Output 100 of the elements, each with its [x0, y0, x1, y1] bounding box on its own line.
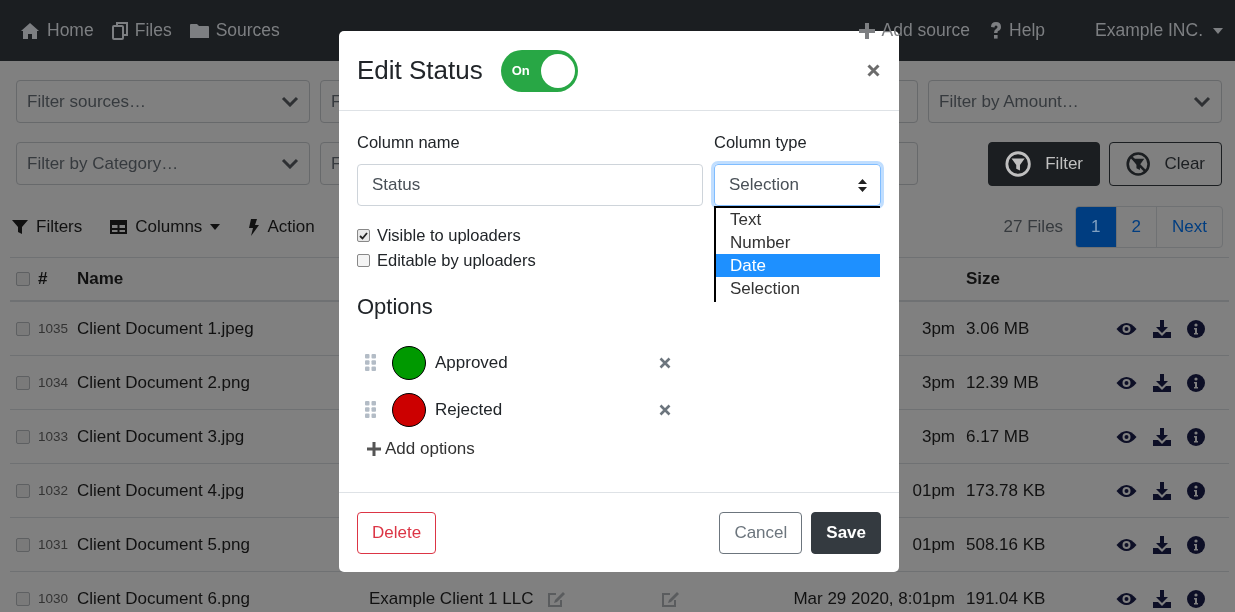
- toolbar-button[interactable]: Filters: [12, 217, 83, 237]
- column-header: #: [38, 269, 49, 289]
- checkbox[interactable]: [16, 321, 30, 336]
- page-link[interactable]: Next: [1156, 207, 1222, 247]
- download-icon[interactable]: [1153, 481, 1171, 500]
- file-date: 01pm: [911, 480, 956, 501]
- file-id: 1030: [38, 591, 70, 606]
- info-icon[interactable]: [1187, 319, 1205, 338]
- file-name: Client Document 6.png: [76, 588, 251, 609]
- option-label: Rejected: [435, 399, 504, 420]
- download-icon[interactable]: [1153, 373, 1171, 392]
- eye-icon[interactable]: [1116, 591, 1137, 606]
- eye-icon[interactable]: [1116, 375, 1137, 390]
- checkbox[interactable]: [16, 375, 30, 390]
- file-date: 3pm: [920, 318, 956, 339]
- dialog-title: Edit Status: [357, 55, 483, 86]
- nav-link[interactable]: Home: [20, 20, 94, 41]
- file-date: 3pm: [920, 372, 956, 393]
- checkbox[interactable]: [357, 254, 370, 267]
- nav-link[interactable]: Help: [990, 20, 1046, 41]
- eye-icon[interactable]: [1116, 429, 1137, 444]
- file-id: 1033: [38, 429, 70, 444]
- download-icon[interactable]: [1153, 589, 1171, 608]
- caret-icon: [1213, 27, 1223, 34]
- file-size: 3.06 MB: [965, 318, 1031, 339]
- chevron-icon: [281, 158, 299, 169]
- download-icon[interactable]: [1153, 319, 1171, 338]
- info-icon[interactable]: [1187, 589, 1205, 608]
- eye-icon[interactable]: [1116, 321, 1137, 336]
- toolbar-button[interactable]: Action: [248, 217, 315, 237]
- clear-button[interactable]: Clear: [1109, 142, 1222, 186]
- nav-link[interactable]: Files: [111, 20, 172, 41]
- filter-button[interactable]: Filter: [988, 142, 1100, 186]
- column-type-select[interactable]: Selection: [714, 164, 881, 206]
- remove-icon[interactable]: [659, 403, 671, 416]
- drag-handle-icon[interactable]: [365, 354, 376, 371]
- account-menu[interactable]: Example INC.: [1095, 20, 1223, 41]
- file-id: 1034: [38, 375, 70, 390]
- select-field[interactable]: Filter sources…: [16, 80, 310, 123]
- clear-filter-icon: [1126, 150, 1151, 178]
- file-size: 508.16 KB: [965, 534, 1047, 555]
- lightning-icon: [248, 218, 260, 236]
- checkbox[interactable]: [16, 537, 30, 552]
- dropdown-option[interactable]: Number: [716, 231, 880, 254]
- funnel-icon: [12, 219, 28, 235]
- nav-link[interactable]: Add source: [858, 20, 971, 41]
- cancel-button[interactable]: Cancel: [719, 511, 803, 554]
- remove-icon[interactable]: [659, 356, 671, 369]
- nav-link[interactable]: Sources: [189, 20, 280, 41]
- caret-icon: [210, 224, 221, 230]
- section-heading: Options: [357, 294, 433, 320]
- checkbox[interactable]: [16, 272, 30, 286]
- add-options-link[interactable]: Add options: [367, 439, 475, 459]
- plus-icon: [367, 442, 381, 456]
- chevron-icon: [281, 96, 299, 107]
- color-dot[interactable]: [392, 345, 426, 380]
- drag-handle-icon[interactable]: [365, 401, 376, 418]
- select-field[interactable]: Filter by Amount…: [928, 80, 1222, 123]
- info-icon[interactable]: [1187, 535, 1205, 554]
- file-size: 12.39 MB: [965, 372, 1040, 393]
- question-icon: [990, 21, 1003, 40]
- color-dot[interactable]: [392, 392, 426, 427]
- download-icon[interactable]: [1153, 535, 1171, 554]
- checkbox[interactable]: [357, 229, 370, 242]
- checkbox[interactable]: [16, 429, 30, 444]
- folder-icon: [189, 22, 209, 39]
- column-name-field[interactable]: Status: [357, 164, 703, 206]
- file-size: 173.78 KB: [965, 480, 1047, 501]
- file-count: 27 Files: [1003, 217, 1064, 237]
- checkbox-label: Visible to uploaders: [377, 226, 521, 245]
- file-date: Mar 29 2020, 8:01pm: [792, 588, 956, 609]
- select-field[interactable]: Filter by Category…: [16, 142, 310, 185]
- page-link[interactable]: 1: [1076, 207, 1116, 247]
- file-size: 191.04 KB: [965, 588, 1047, 609]
- file-name: Client Document 2.png: [76, 372, 251, 393]
- file-size: 6.17 MB: [965, 426, 1031, 447]
- delete-button[interactable]: Delete: [357, 511, 437, 554]
- eye-icon[interactable]: [1116, 483, 1137, 498]
- dropdown-option[interactable]: Text: [716, 208, 880, 231]
- close-icon[interactable]: [867, 64, 880, 77]
- column-header: Size: [965, 269, 1002, 289]
- info-icon[interactable]: [1187, 481, 1205, 500]
- save-button[interactable]: Save: [811, 511, 881, 554]
- file-date: 3pm: [920, 426, 956, 447]
- file-name: Client Document 3.jpg: [76, 426, 246, 447]
- checkbox[interactable]: [16, 483, 30, 498]
- dropdown-option[interactable]: Date: [716, 254, 880, 277]
- info-icon[interactable]: [1187, 427, 1205, 446]
- eye-icon[interactable]: [1116, 537, 1137, 552]
- column-header: Name: [76, 269, 125, 289]
- sort-arrows-icon: [858, 178, 867, 192]
- toggle-switch[interactable]: On: [500, 49, 578, 92]
- dropdown-option[interactable]: Selection: [716, 277, 880, 300]
- toolbar-button[interactable]: Columns: [110, 217, 221, 237]
- download-icon[interactable]: [1153, 427, 1171, 446]
- home-icon: [20, 21, 40, 40]
- info-icon[interactable]: [1187, 373, 1205, 392]
- table-icon: [110, 220, 128, 234]
- checkbox[interactable]: [16, 591, 30, 606]
- page-link[interactable]: 2: [1115, 207, 1157, 247]
